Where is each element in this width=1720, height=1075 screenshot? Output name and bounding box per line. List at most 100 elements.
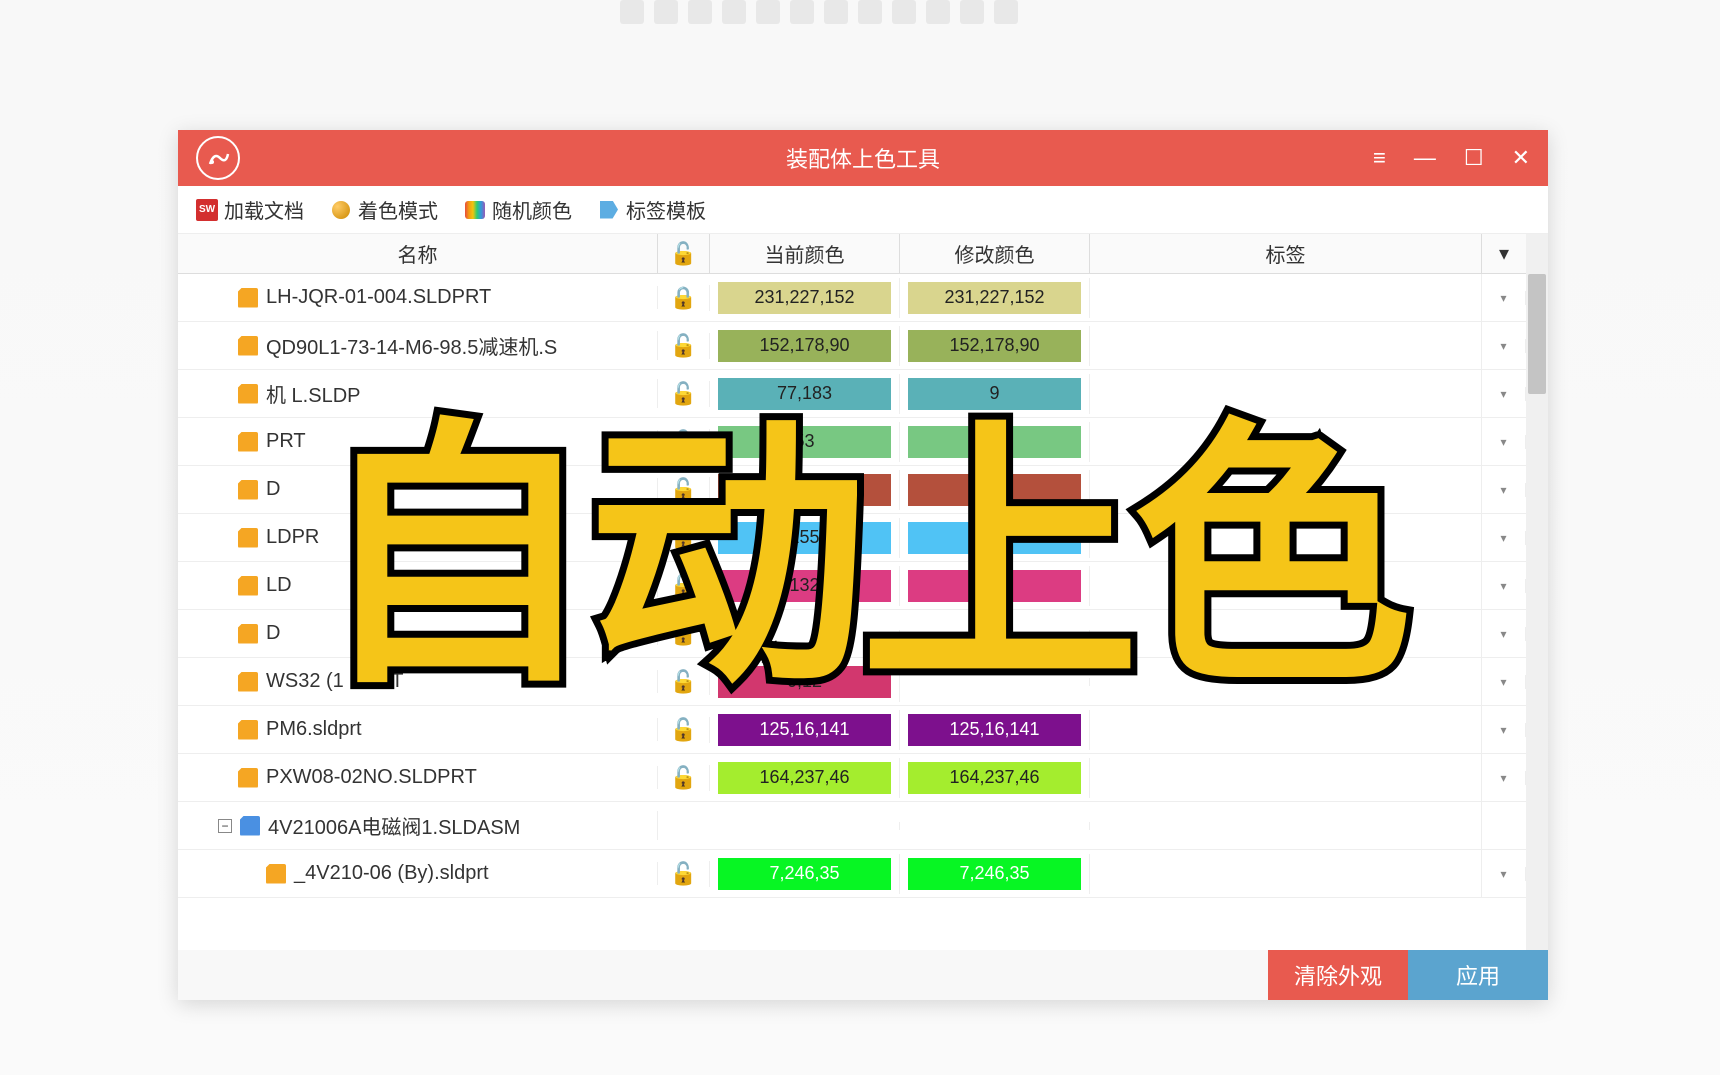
assembly-icon <box>240 816 260 836</box>
modified-color-cell[interactable]: 231,227,152 <box>900 278 1090 318</box>
vertical-scrollbar[interactable] <box>1526 234 1548 950</box>
header-name[interactable]: 名称 <box>178 234 658 273</box>
current-color-cell[interactable] <box>710 822 900 830</box>
header-dropdown[interactable]: ▾ <box>1482 234 1526 273</box>
part-icon <box>238 288 258 308</box>
window-title: 装配体上色工具 <box>786 142 940 174</box>
color-swatch: 164,237,46 <box>718 762 891 794</box>
tag-template-label: 标签模板 <box>626 195 706 224</box>
row-dropdown[interactable]: ▾ <box>1482 339 1526 353</box>
row-name-cell[interactable]: _4V210-06 (By).sldprt <box>178 862 658 885</box>
row-lock-cell[interactable]: 🔓 <box>658 765 710 791</box>
header-tag[interactable]: 标签 <box>1090 234 1482 273</box>
color-mode-label: 着色模式 <box>358 195 438 224</box>
clear-appearance-button[interactable]: 清除外观 <box>1268 950 1408 1000</box>
expand-icon[interactable]: − <box>218 819 232 833</box>
color-mode-button[interactable]: 着色模式 <box>330 195 438 224</box>
color-swatch: 231,227,152 <box>908 282 1081 314</box>
current-color-cell[interactable]: 164,237,46 <box>710 758 900 798</box>
part-icon <box>238 720 258 740</box>
part-icon <box>238 528 258 548</box>
row-dropdown[interactable]: ▾ <box>1482 579 1526 593</box>
row-dropdown[interactable]: ▾ <box>1482 387 1526 401</box>
current-color-cell[interactable]: 231,227,152 <box>710 278 900 318</box>
menu-icon[interactable]: ≡ <box>1373 145 1386 171</box>
part-icon <box>238 432 258 452</box>
row-tag-cell[interactable] <box>1090 274 1482 321</box>
sphere-icon <box>330 199 352 221</box>
toolbar: SW 加载文档 着色模式 随机颜色 标签模板 <box>178 186 1548 234</box>
row-filename: LDPR <box>266 526 319 549</box>
tag-icon <box>598 199 620 221</box>
app-logo-icon <box>196 136 240 180</box>
header-lock[interactable]: 🔓 <box>658 234 710 273</box>
row-tag-cell[interactable] <box>1090 850 1482 897</box>
row-filename: 4V21006A电磁阀1.SLDASM <box>268 811 520 840</box>
close-icon[interactable]: ✕ <box>1512 145 1530 171</box>
header-modified-color[interactable]: 修改颜色 <box>900 234 1090 273</box>
row-tag-cell[interactable] <box>1090 754 1482 801</box>
row-dropdown[interactable]: ▾ <box>1482 867 1526 881</box>
row-lock-cell[interactable]: 🔓 <box>658 861 710 887</box>
part-icon <box>238 768 258 788</box>
row-filename: PRT <box>266 430 306 453</box>
overlay-title: 自动上色 <box>316 330 1404 736</box>
table-row[interactable]: _4V210-06 (By).sldprt 🔓 7,246,35 7,246,35 ▾ <box>178 850 1526 898</box>
load-document-button[interactable]: SW 加载文档 <box>196 195 304 224</box>
row-filename: LD <box>266 574 292 597</box>
modified-color-cell[interactable] <box>900 822 1090 830</box>
unlock-icon: 🔓 <box>670 765 697 791</box>
rainbow-icon <box>464 199 486 221</box>
row-filename: D <box>266 478 280 501</box>
color-swatch: 231,227,152 <box>718 282 891 314</box>
part-icon <box>238 480 258 500</box>
row-filename: _4V210-06 (By).sldprt <box>294 862 489 885</box>
row-name-cell[interactable]: − 4V21006A电磁阀1.SLDASM <box>178 811 658 840</box>
row-dropdown[interactable]: ▾ <box>1482 771 1526 785</box>
color-swatch: 164,237,46 <box>908 762 1081 794</box>
row-dropdown[interactable]: ▾ <box>1482 435 1526 449</box>
table-row[interactable]: LH-JQR-01-004.SLDPRT 🔒 231,227,152 231,227,… <box>178 274 1526 322</box>
button-bar: 清除外观 应用 <box>178 950 1548 1000</box>
part-icon <box>238 624 258 644</box>
apply-button[interactable]: 应用 <box>1408 950 1548 1000</box>
minimize-icon[interactable]: — <box>1414 145 1436 171</box>
color-swatch: 7,246,35 <box>908 858 1081 890</box>
unlock-icon: 🔓 <box>670 241 697 267</box>
modified-color-cell[interactable]: 164,237,46 <box>900 758 1090 798</box>
load-document-label: 加载文档 <box>224 195 304 224</box>
row-dropdown[interactable]: ▾ <box>1482 723 1526 737</box>
maximize-icon[interactable]: ☐ <box>1464 145 1484 171</box>
row-dropdown[interactable]: ▾ <box>1482 675 1526 689</box>
row-dropdown[interactable]: ▾ <box>1482 483 1526 497</box>
tag-template-button[interactable]: 标签模板 <box>598 195 706 224</box>
title-bar: 装配体上色工具 ≡ — ☐ ✕ <box>178 130 1548 186</box>
row-dropdown[interactable]: ▾ <box>1482 531 1526 545</box>
current-color-cell[interactable]: 7,246,35 <box>710 854 900 894</box>
row-lock-cell[interactable]: 🔒 <box>658 285 710 311</box>
scrollbar-thumb[interactable] <box>1528 274 1546 394</box>
part-icon <box>238 672 258 692</box>
header-current-color[interactable]: 当前颜色 <box>710 234 900 273</box>
unlock-icon: 🔓 <box>670 861 697 887</box>
color-swatch: 7,246,35 <box>718 858 891 890</box>
lock-icon: 🔒 <box>670 285 697 311</box>
sw-icon: SW <box>196 199 218 221</box>
row-tag-cell[interactable] <box>1090 802 1482 849</box>
table-header: 名称 🔓 当前颜色 修改颜色 标签 ▾ <box>178 234 1526 274</box>
row-name-cell[interactable]: PXW08-02NO.SLDPRT <box>178 766 658 789</box>
part-icon <box>266 864 286 884</box>
table-row[interactable]: PXW08-02NO.SLDPRT 🔓 164,237,46 164,237,46 ▾ <box>178 754 1526 802</box>
part-icon <box>238 384 258 404</box>
random-color-label: 随机颜色 <box>492 195 572 224</box>
modified-color-cell[interactable]: 7,246,35 <box>900 854 1090 894</box>
random-color-button[interactable]: 随机颜色 <box>464 195 572 224</box>
row-name-cell[interactable]: LH-JQR-01-004.SLDPRT <box>178 286 658 309</box>
row-filename: PXW08-02NO.SLDPRT <box>266 766 477 789</box>
row-dropdown[interactable]: ▾ <box>1482 291 1526 305</box>
row-dropdown[interactable]: ▾ <box>1482 627 1526 641</box>
row-filename: D <box>266 622 280 645</box>
table-row[interactable]: − 4V21006A电磁阀1.SLDASM <box>178 802 1526 850</box>
row-filename: LH-JQR-01-004.SLDPRT <box>266 286 491 309</box>
part-icon <box>238 336 258 356</box>
